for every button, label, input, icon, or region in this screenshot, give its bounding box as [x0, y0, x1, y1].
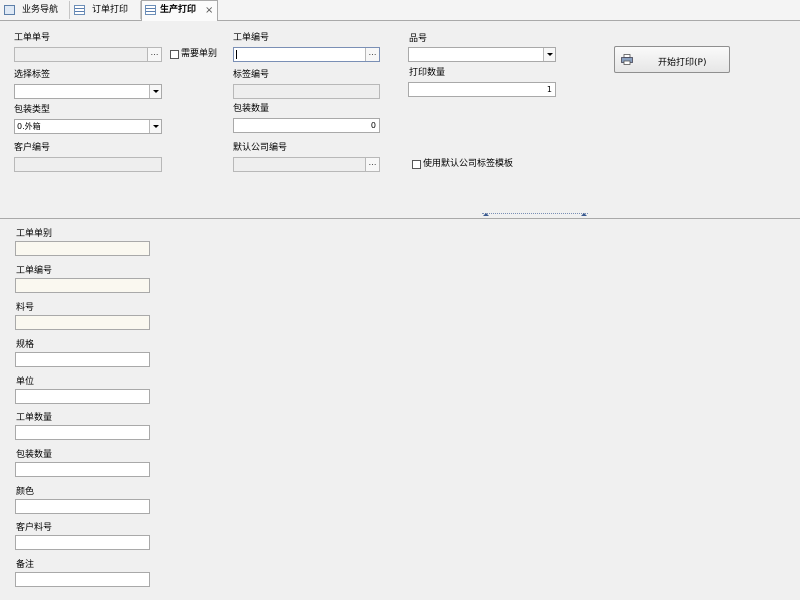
ellipsis-button[interactable]: … [365, 158, 379, 171]
detail-label: 客户料号 [16, 523, 53, 533]
detail-package-qty-field[interactable] [15, 462, 150, 477]
select-label-dropdown[interactable] [14, 84, 162, 99]
detail-spec-field[interactable] [15, 352, 150, 367]
package-qty-label: 包装数量 [233, 104, 270, 114]
work-order-code-field[interactable]: … [233, 47, 380, 62]
package-type-dropdown[interactable]: 0.外箱 [14, 119, 162, 134]
tab-label: 订单打印 [92, 5, 129, 15]
detail-label: 备注 [16, 560, 35, 570]
collapse-up-icon[interactable] [483, 213, 489, 216]
collapse-up-icon[interactable] [581, 213, 587, 216]
detail-work-order-code-field[interactable] [15, 278, 150, 293]
tab-business-navigation[interactable]: 业务导航 [0, 1, 70, 19]
start-print-button[interactable]: 开始打印(P) [614, 46, 730, 73]
detail-color-field[interactable] [15, 499, 150, 514]
print-qty-value: 1 [546, 85, 552, 94]
package-type-value: 0.外箱 [17, 122, 41, 131]
need-single-type-label: 需要单别 [181, 49, 218, 59]
print-qty-label: 打印数量 [409, 68, 446, 78]
chevron-down-icon[interactable] [149, 120, 161, 133]
detail-label: 料号 [16, 303, 35, 313]
detail-label: 规格 [16, 340, 35, 350]
detail-work-order-qty-field[interactable] [15, 425, 150, 440]
tab-bar: 业务导航 订单打印 生产打印 × [0, 0, 800, 21]
detail-customer-part-no-field[interactable] [15, 535, 150, 550]
chevron-down-icon[interactable] [149, 85, 161, 98]
work-order-code-label: 工单编号 [233, 33, 270, 43]
detail-label: 单位 [16, 377, 35, 387]
default-company-code-field[interactable]: … [233, 157, 380, 172]
print-qty-field[interactable]: 1 [408, 82, 556, 97]
use-default-template-checkbox[interactable] [412, 160, 421, 169]
customer-no-field[interactable] [14, 157, 162, 172]
detail-label: 包装数量 [16, 450, 53, 460]
package-type-label: 包装类型 [14, 105, 51, 115]
detail-unit-field[interactable] [15, 389, 150, 404]
printer-icon [621, 54, 633, 65]
detail-label: 工单单别 [16, 229, 53, 239]
tab-label: 生产打印 [160, 5, 197, 15]
package-qty-field[interactable]: 0 [233, 118, 380, 133]
tab-production-print[interactable]: 生产打印 × [141, 0, 218, 21]
list-icon [74, 5, 85, 15]
tab-label: 业务导航 [22, 5, 59, 15]
detail-label: 工单数量 [16, 413, 53, 423]
chevron-down-icon[interactable] [543, 48, 555, 61]
select-label-label: 选择标签 [14, 70, 51, 80]
start-print-label: 开始打印(P) [658, 58, 707, 68]
detail-part-no-field[interactable] [15, 315, 150, 330]
item-no-label: 品号 [409, 34, 428, 44]
label-code-label: 标签编号 [233, 70, 270, 80]
label-code-field[interactable] [233, 84, 380, 99]
list-icon [145, 5, 156, 15]
need-single-type-checkbox[interactable] [170, 50, 179, 59]
customer-no-label: 客户编号 [14, 143, 51, 153]
ellipsis-button[interactable]: … [147, 48, 161, 61]
use-default-template-label: 使用默认公司标签模板 [423, 159, 514, 169]
detail-work-order-type-field[interactable] [15, 241, 150, 256]
navigation-icon [4, 5, 15, 15]
detail-label: 颜色 [16, 487, 35, 497]
ellipsis-button[interactable]: … [365, 48, 379, 61]
item-no-dropdown[interactable] [408, 47, 556, 62]
panel-splitter[interactable] [0, 213, 800, 219]
detail-remark-field[interactable] [15, 572, 150, 587]
close-icon[interactable]: × [205, 1, 213, 20]
work-order-no-field[interactable]: … [14, 47, 162, 62]
work-order-no-label: 工单单号 [14, 33, 51, 43]
tab-order-print[interactable]: 订单打印 [70, 1, 141, 19]
package-qty-value: 0 [370, 121, 376, 130]
splitter-grip[interactable] [482, 213, 588, 218]
default-company-code-label: 默认公司编号 [233, 143, 288, 153]
text-caret [236, 50, 237, 59]
detail-label: 工单编号 [16, 266, 53, 276]
